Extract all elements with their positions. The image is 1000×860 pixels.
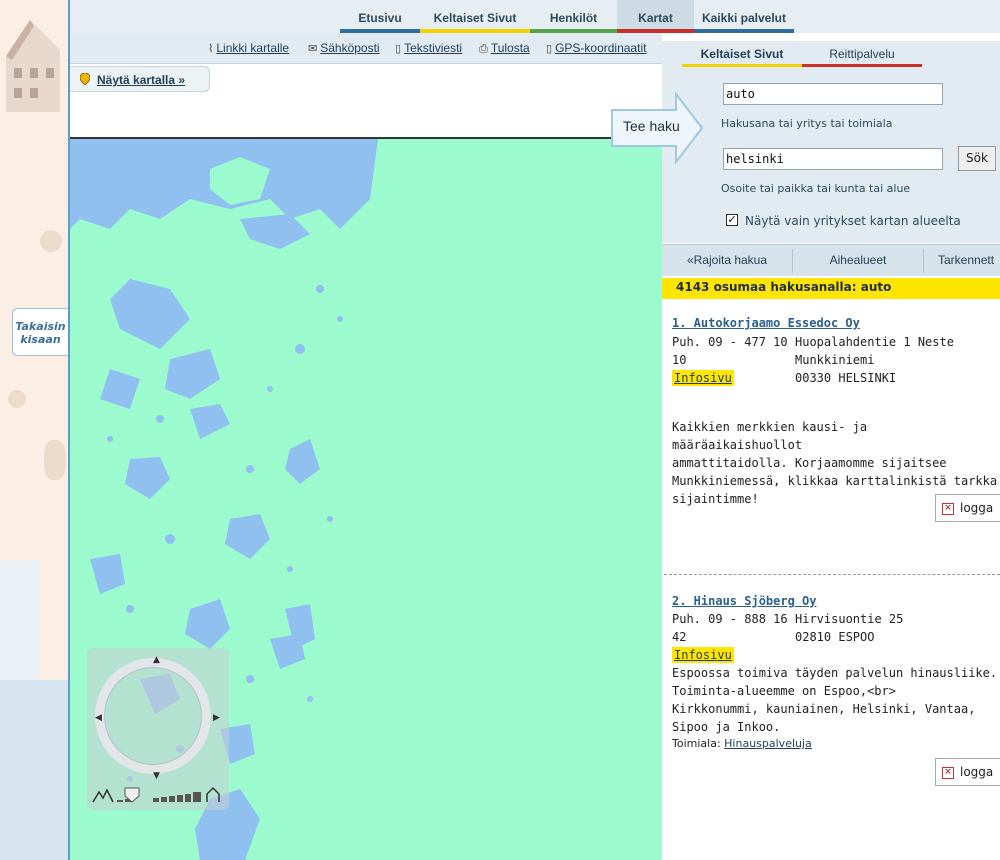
tool-label: Linkki kartalle (216, 41, 290, 55)
broken-image-icon: × (942, 503, 954, 515)
pan-up-icon[interactable]: ▲ (153, 656, 160, 665)
description-line: Toiminta-alueemme on Espoo,<br> (672, 684, 896, 698)
back-tab-label: Takaisin kisaan (15, 320, 66, 346)
info-page-link-2[interactable]: Infosivu (672, 647, 734, 663)
tab-kaikki-palvelut[interactable]: Kaikki palvelut (694, 0, 794, 33)
tab-label: Kartat (638, 11, 673, 25)
result-phone-1: Puh. 09 - 477 10 10 (672, 333, 788, 369)
show-on-map-label: Näytä kartalla (97, 73, 176, 87)
tab-etusivu[interactable]: Etusivu (340, 0, 420, 33)
tab-route-service[interactable]: Reittipalvelu (802, 47, 922, 67)
envelope-icon: ✉ (308, 43, 318, 55)
result-title-2[interactable]: 2. Hinaus Sjöberg Oy (672, 594, 817, 608)
search-form (662, 41, 1000, 243)
search-button[interactable]: Sök (958, 146, 996, 171)
decorative-background (0, 0, 68, 860)
double-chevron-down-icon: » (178, 73, 186, 87)
printer-icon: ⎙ (479, 43, 488, 55)
logo-alt-text: logga (960, 501, 994, 515)
search-tab-label: Reittipalvelu (829, 47, 895, 61)
email-button[interactable]: ✉ Sähköposti (308, 41, 380, 55)
description-line: Kirkkonummi, kauniainen, Helsinki, Vanta… (672, 702, 976, 716)
hits-count-bar: 4143 osumaa hakusanalla: auto (662, 278, 1000, 299)
tab-henkilot[interactable]: Henkilöt (530, 0, 617, 33)
industry-link[interactable]: Hinauspalveluja (724, 737, 812, 750)
address-line: Huopalahdentie 1 Neste (795, 335, 954, 349)
address-line: Munkkiniemi (795, 353, 875, 367)
main-navigation: Etusivu Keltaiset Sivut Henkilöt Kartat … (70, 0, 1000, 33)
tab-keltaiset-sivut[interactable]: Keltaiset Sivut (420, 0, 530, 33)
description-line: Sipoo ja Inkoo. (672, 720, 781, 734)
result-title-1[interactable]: 1. Autokorjaamo Essedoc Oy (672, 316, 860, 330)
pan-left-icon[interactable]: ◀ (95, 714, 102, 723)
result-address-2: Hirvisuontie 25 02810 ESPOO (795, 610, 903, 646)
map-link-button[interactable]: ⌇ Linkki kartalle (208, 41, 289, 55)
map-navigation-control: ▲ ▼ ◀ ▶ (87, 648, 229, 810)
tab-label: Etusivu (358, 11, 402, 25)
search-tab-label: Keltaiset Sivut (700, 47, 784, 61)
gps-device-icon: ▯ (546, 43, 553, 55)
address-line: 00330 HELSINKI (795, 371, 897, 385)
phone-line: Puh. 09 - 888 16 (672, 612, 788, 626)
house-illustration-icon (6, 20, 60, 112)
hits-count-text: 4143 osumaa hakusanalla: auto (676, 280, 892, 294)
company-logo-1: × logga (935, 494, 1000, 522)
show-on-map-toggle[interactable]: Näytä kartalla » (70, 66, 210, 92)
location-value: helsinki (726, 152, 784, 166)
pan-down-icon[interactable]: ▼ (153, 772, 160, 781)
keyword-value: auto (726, 87, 755, 101)
location-hint: Osoite tai paikka tai kunta tai alue (721, 182, 911, 195)
address-line: 02810 ESPOO (795, 630, 875, 644)
print-button[interactable]: ⎙ Tulosta (479, 41, 530, 56)
industry-label: Toimiala: (672, 737, 721, 750)
keyword-hint: Hakusana tai yritys tai toimiala (721, 117, 893, 130)
zoom-slider[interactable] (91, 784, 225, 806)
result-description-2: Espoossa toimiva täyden palvelun hinausl… (672, 664, 997, 736)
phone-line: Puh. 09 - 477 10 (672, 335, 788, 349)
description-line: ammattitaidolla. Korjaamomme sijaitsee (672, 456, 947, 470)
sms-button[interactable]: ▯ Tekstiviesti (395, 41, 462, 55)
tab-yellow-pages-search[interactable]: Keltaiset Sivut (682, 47, 802, 67)
result-address-1: Huopalahdentie 1 Neste Munkkiniemi 00330… (795, 333, 954, 387)
logo-alt-text: logga (960, 765, 994, 779)
phone-line: 42 (672, 630, 687, 644)
callout-text: Tee haku (623, 118, 680, 134)
result-phone-2: Puh. 09 - 888 16 42 (672, 610, 788, 646)
description-line: Munkkiniemessä, klikkaa karttalinkistä t… (672, 474, 998, 488)
tool-label: GPS-koordinaatit (555, 41, 647, 55)
description-line: Kaikkien merkkien kausi- ja määräaikaish… (672, 420, 868, 452)
paperclip-icon: ⌇ (208, 43, 214, 55)
tab-label: Keltaiset Sivut (433, 11, 517, 25)
tab-label: Kaikki palvelut (701, 11, 787, 25)
pan-ring[interactable] (95, 658, 211, 774)
tool-label: Tekstiviesti (404, 41, 463, 55)
company-logo-2: × logga (935, 758, 1000, 786)
result-separator (664, 574, 1000, 575)
advanced-search-button[interactable]: Tarkennett (924, 245, 1000, 276)
tool-label: Sähköposti (320, 41, 380, 55)
only-map-area-checkbox[interactable]: ✓ (726, 214, 738, 226)
tab-label: Henkilöt (549, 11, 598, 25)
map-pin-icon (80, 73, 90, 85)
topics-button[interactable]: Aihealueet (793, 245, 923, 276)
filter-bar: «Rajoita hakua Aihealueet Tarkennett (662, 244, 1000, 276)
mobile-phone-icon: ▯ (395, 43, 402, 55)
info-page-link-1[interactable]: Infosivu (672, 370, 734, 386)
only-map-area-label: Näytä vain yritykset kartan alueelta (745, 214, 961, 228)
broken-image-icon: × (942, 767, 954, 779)
description-line: Espoossa toimiva täyden palvelun hinausl… (672, 666, 998, 680)
search-location-input[interactable]: helsinki (723, 148, 943, 170)
phone-line: 10 (672, 353, 687, 367)
address-line: Hirvisuontie 25 (795, 612, 904, 626)
tab-kartat[interactable]: Kartat (617, 0, 694, 33)
search-keyword-input[interactable]: auto (723, 83, 943, 105)
tool-label: Tulosta (490, 41, 530, 55)
gps-coordinates-button[interactable]: ▯ GPS-koordinaatit (546, 41, 646, 55)
map-toolbar: ⌇ Linkki kartalle ✉ Sähköposti ▯ Tekstivies… (70, 33, 662, 64)
restrict-search-button[interactable]: «Rajoita hakua (662, 245, 792, 276)
pan-right-icon[interactable]: ▶ (213, 714, 220, 723)
result-industry-2: Toimiala: Hinauspalveluja (672, 737, 812, 750)
back-to-contest-tab[interactable]: Takaisin kisaan (12, 308, 68, 356)
